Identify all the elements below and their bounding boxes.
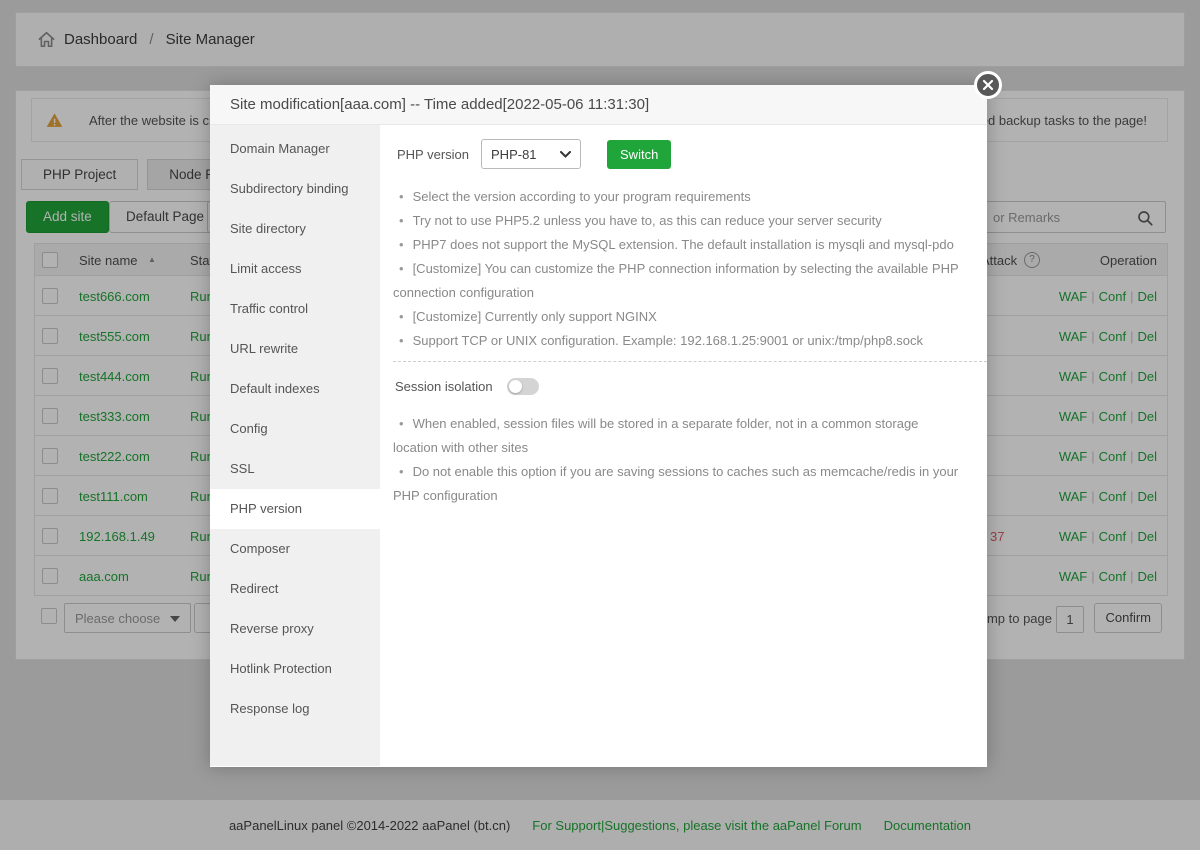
- modal-sidebar-item[interactable]: Limit access: [210, 249, 380, 289]
- toggle-knob: [509, 380, 522, 393]
- modal-sidebar-item[interactable]: Response log: [210, 689, 380, 729]
- php-note: [Customize] You can customize the PHP co…: [393, 257, 965, 305]
- modal-sidebar-item[interactable]: Composer: [210, 529, 380, 569]
- session-isolation-toggle[interactable]: [507, 378, 539, 395]
- php-note: Select the version according to your pro…: [393, 185, 965, 209]
- switch-button[interactable]: Switch: [607, 140, 671, 169]
- php-note: [Customize] Currently only support NGINX: [393, 305, 965, 329]
- modal-sidebar-item[interactable]: SSL: [210, 449, 380, 489]
- modal-sidebar-item[interactable]: Subdirectory binding: [210, 169, 380, 209]
- php-version-select[interactable]: PHP-81: [481, 139, 581, 169]
- session-note: Do not enable this option if you are sav…: [393, 460, 965, 508]
- php-note: Support TCP or UNIX configuration. Examp…: [393, 329, 965, 353]
- session-notes-list: When enabled, session files will be stor…: [393, 412, 965, 508]
- dashed-divider: [393, 361, 987, 362]
- php-version-label: PHP version: [397, 147, 469, 162]
- session-isolation-label: Session isolation: [395, 379, 493, 394]
- modal-sidebar-item[interactable]: Domain Manager: [210, 129, 380, 169]
- chevron-down-icon: [560, 151, 571, 158]
- modal-sidebar-item[interactable]: Default indexes: [210, 369, 380, 409]
- modal-sidebar-item[interactable]: Config: [210, 409, 380, 449]
- modal-sidebar-item[interactable]: Site directory: [210, 209, 380, 249]
- php-notes-list: Select the version according to your pro…: [393, 185, 965, 353]
- modal-sidebar-item[interactable]: Reverse proxy: [210, 609, 380, 649]
- php-version-selected: PHP-81: [491, 147, 537, 162]
- php-note: PHP7 does not support the MySQL extensio…: [393, 233, 965, 257]
- modal-sidebar-item[interactable]: Redirect: [210, 569, 380, 609]
- modal-sidebar-item[interactable]: Traffic control: [210, 289, 380, 329]
- modal-title: Site modification[aaa.com] -- Time added…: [210, 85, 987, 125]
- close-icon[interactable]: [974, 71, 1002, 99]
- modal-sidebar: Domain ManagerSubdirectory bindingSite d…: [210, 125, 380, 766]
- session-note: When enabled, session files will be stor…: [393, 412, 965, 460]
- php-version-panel: PHP version PHP-81 Switch Select the ver…: [380, 125, 987, 766]
- modal-sidebar-item[interactable]: URL rewrite: [210, 329, 380, 369]
- site-modification-modal: Site modification[aaa.com] -- Time added…: [210, 85, 987, 767]
- modal-sidebar-item[interactable]: Hotlink Protection: [210, 649, 380, 689]
- modal-sidebar-item[interactable]: PHP version: [210, 489, 380, 529]
- php-note: Try not to use PHP5.2 unless you have to…: [393, 209, 965, 233]
